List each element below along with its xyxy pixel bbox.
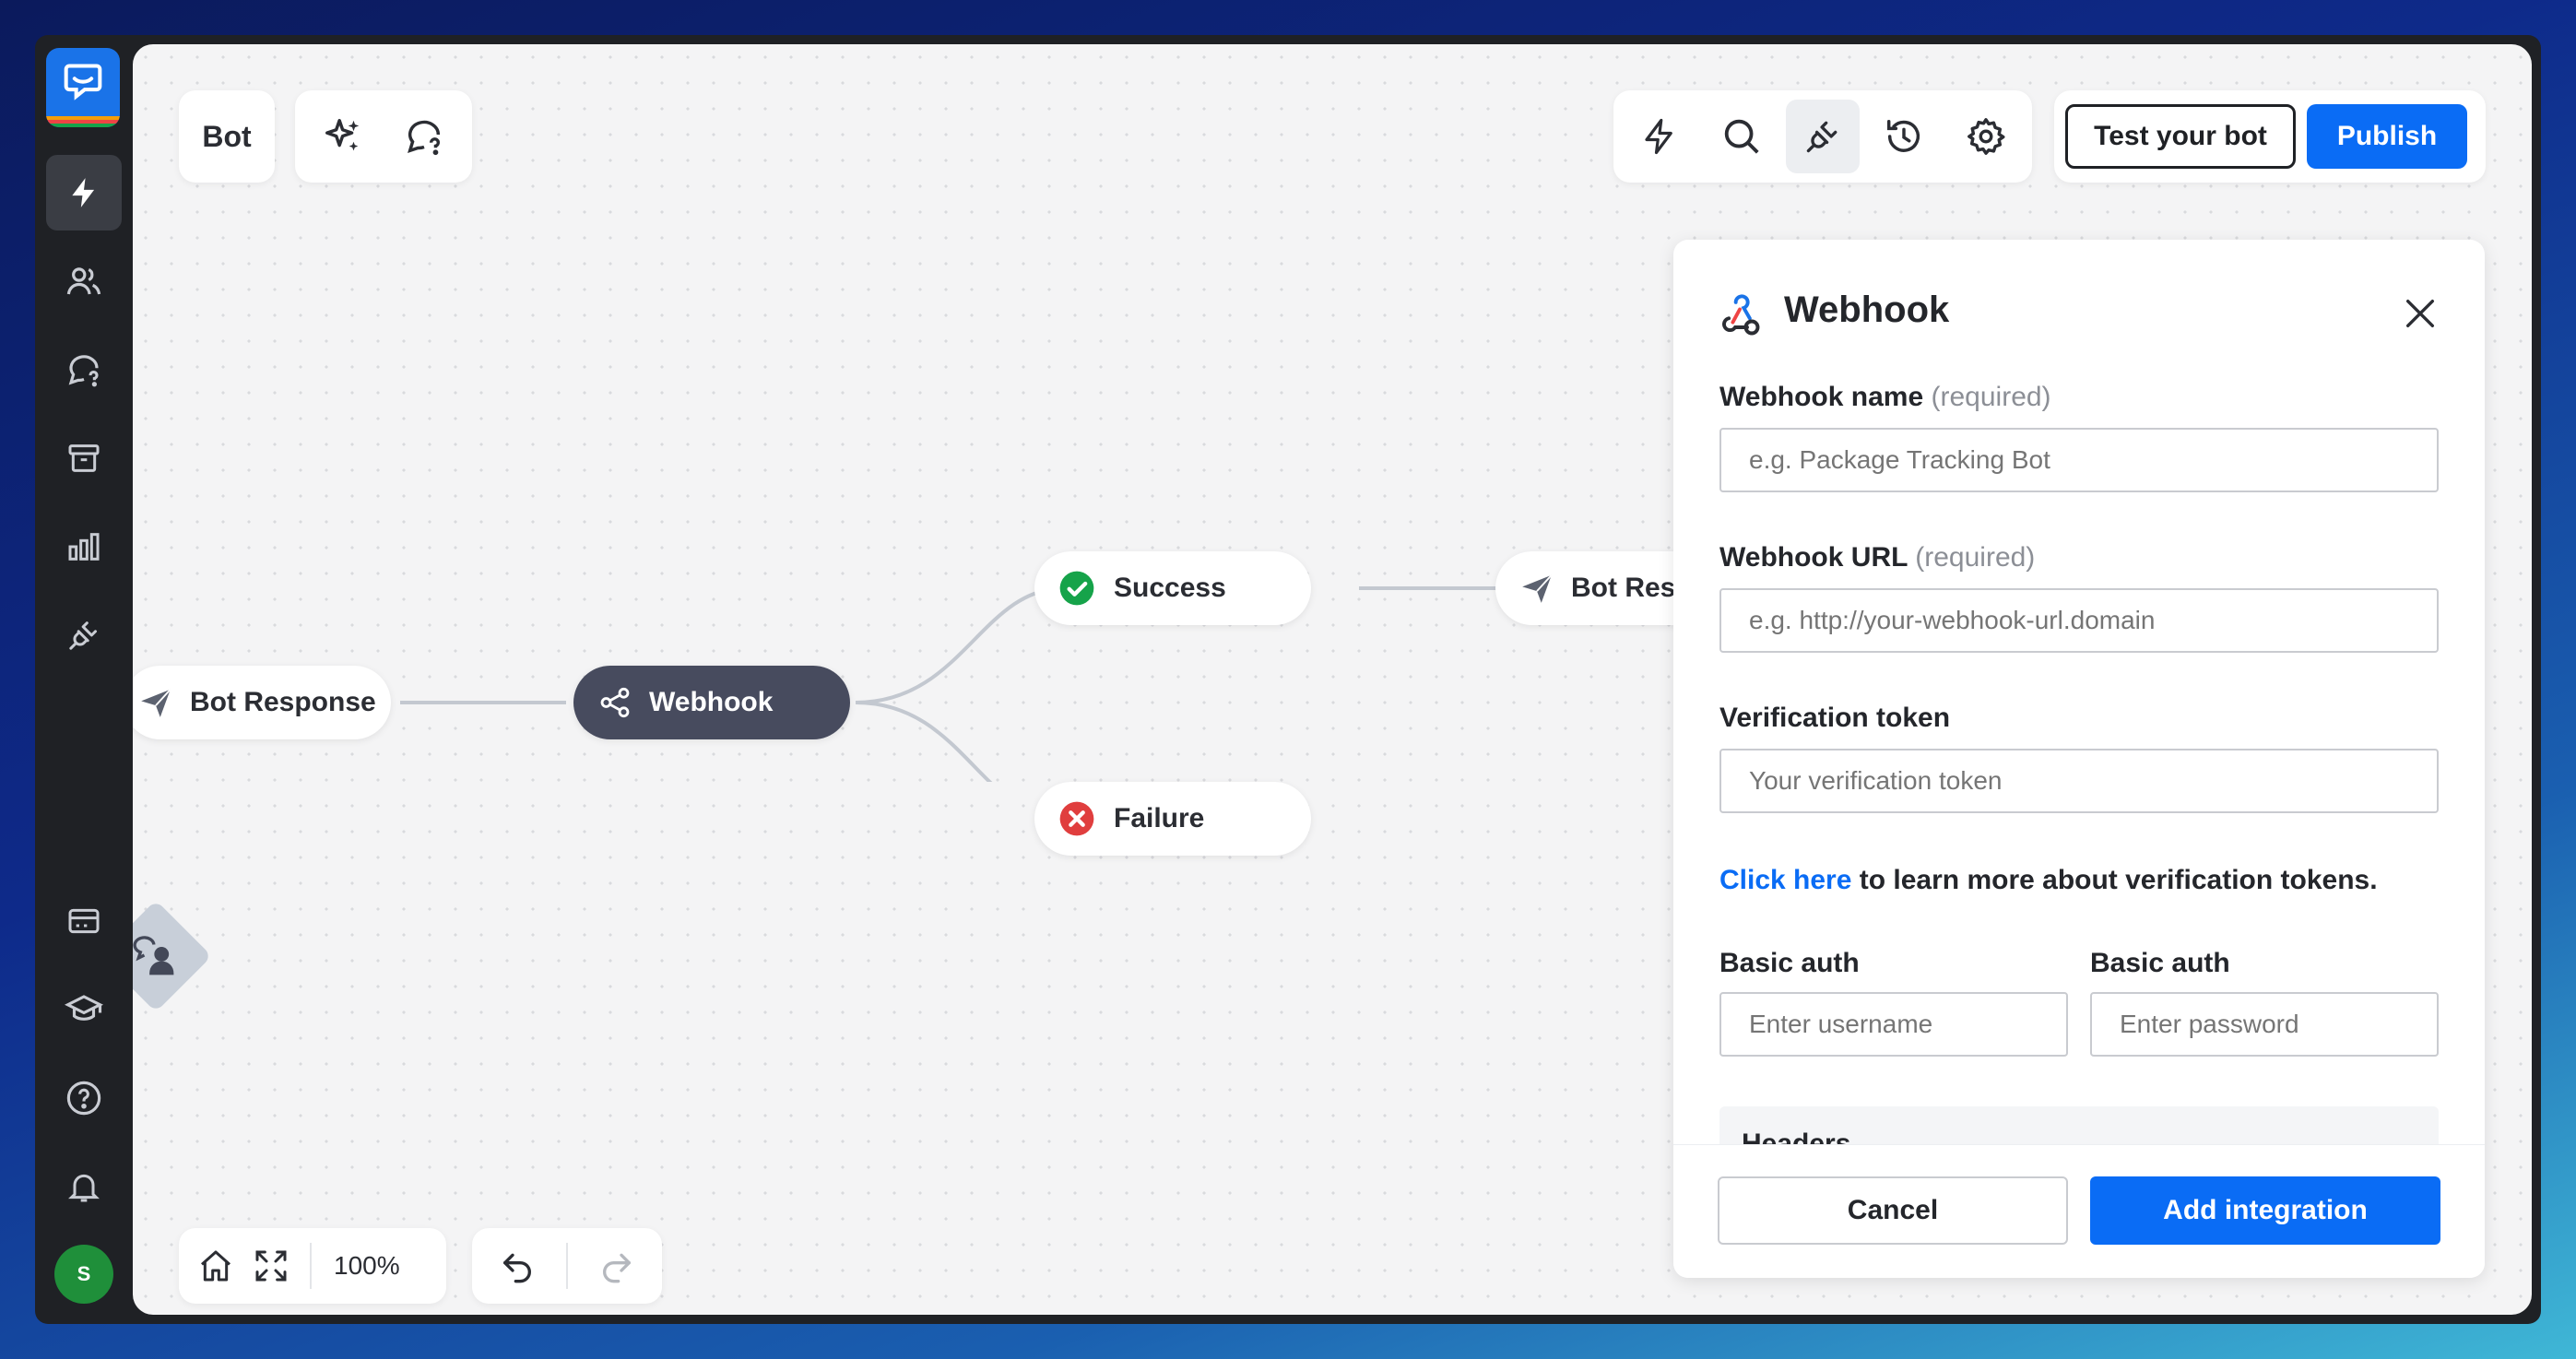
undo-icon <box>503 1253 531 1283</box>
sidebar: S <box>35 35 133 1324</box>
view-controls: 100% <box>179 1228 446 1304</box>
bell-icon <box>68 1174 100 1202</box>
sidebar-item-academy[interactable] <box>46 972 122 1047</box>
share-nodes-icon <box>600 687 630 718</box>
chat-logo-icon <box>64 64 102 100</box>
webhook-url-input[interactable] <box>1719 588 2439 653</box>
redo-button[interactable] <box>585 1238 649 1294</box>
basic-auth-password-label: Basic auth <box>2090 948 2230 978</box>
node-bot-response[interactable]: Bot Response <box>133 666 391 739</box>
history-controls <box>472 1228 662 1304</box>
node-label: Bot Res <box>1571 573 1676 603</box>
logo-stripes <box>46 116 120 127</box>
publish-button[interactable]: Publish <box>2307 104 2467 169</box>
toolbar-divider <box>310 1243 312 1289</box>
panel-title: Webhook <box>1784 290 1950 330</box>
sidebar-item-reports[interactable] <box>46 509 122 585</box>
close-icon <box>2406 300 2434 327</box>
user-avatar[interactable]: S <box>54 1245 113 1304</box>
undo-button[interactable] <box>485 1238 549 1294</box>
webhook-name-label: Webhook name (required) <box>1719 382 2051 412</box>
send-icon <box>141 689 171 717</box>
sidebar-item-archive[interactable] <box>46 420 122 496</box>
app-window: S Bot Test your bot Publish Bot Response… <box>35 35 2541 1324</box>
chat-question-icon <box>68 355 99 387</box>
sidebar-item-automations[interactable] <box>46 155 122 230</box>
node-failure[interactable]: Failure <box>1034 782 1311 856</box>
app-logo[interactable] <box>46 48 120 127</box>
learn-more-link[interactable]: Click here <box>1719 865 1851 895</box>
expand-icon <box>255 1250 287 1282</box>
help-icon <box>66 1081 101 1116</box>
test-bot-button[interactable]: Test your bot <box>2065 104 2296 169</box>
node-label: Webhook <box>649 687 774 717</box>
error-circle-icon <box>1059 801 1094 836</box>
node-webhook[interactable]: Webhook <box>573 666 850 739</box>
verification-token-label: Verification token <box>1719 703 1951 733</box>
billing-icon <box>68 908 100 934</box>
reports-icon <box>68 533 100 561</box>
users-icon <box>66 267 101 295</box>
home-icon <box>201 1250 230 1282</box>
webhook-icon <box>1722 294 1760 336</box>
send-icon <box>1522 574 1553 603</box>
redo-icon <box>603 1253 631 1283</box>
webhook-panel: Webhook Webhook name (required) Webhook … <box>1673 240 2485 1278</box>
webhook-name-input[interactable] <box>1719 428 2439 492</box>
history-icon <box>1887 119 1920 152</box>
gear-icon <box>1967 118 2005 155</box>
sidebar-item-chats[interactable] <box>46 332 122 408</box>
publish-group: Test your bot Publish <box>2054 90 2486 183</box>
panel-footer: Cancel Add integration <box>1673 1144 2485 1278</box>
basic-auth-username-label: Basic auth <box>1719 948 1860 978</box>
sidebar-item-help[interactable] <box>46 1060 122 1136</box>
verification-help-text: Click here to learn more about verificat… <box>1719 865 2378 895</box>
node-success[interactable]: Success <box>1034 551 1311 625</box>
cancel-button[interactable]: Cancel <box>1718 1176 2068 1245</box>
lightning-icon <box>72 178 95 207</box>
add-integration-button[interactable]: Add integration <box>2090 1176 2440 1245</box>
flow-canvas[interactable]: Bot Test your bot Publish Bot Response W… <box>133 44 2532 1315</box>
sidebar-item-integrations[interactable] <box>46 597 122 673</box>
username-input[interactable] <box>1719 992 2068 1057</box>
agent-chat-icon <box>133 936 174 975</box>
webhook-url-label: Webhook URL (required) <box>1719 542 2036 573</box>
password-input[interactable] <box>2090 992 2439 1057</box>
toolbar-divider <box>566 1243 568 1289</box>
home-button[interactable] <box>188 1238 243 1294</box>
node-label: Bot Response <box>190 687 376 717</box>
fit-view-button[interactable] <box>243 1238 299 1294</box>
sidebar-item-notifications[interactable] <box>46 1149 122 1224</box>
check-circle-icon <box>1059 571 1094 606</box>
plug-icon <box>1806 121 1837 153</box>
settings-button[interactable] <box>1949 100 2023 173</box>
sidebar-item-billing[interactable] <box>46 883 122 959</box>
archive-icon <box>68 444 100 472</box>
history-button[interactable] <box>1867 100 1941 173</box>
integrations-button[interactable] <box>1785 100 1860 173</box>
close-button[interactable] <box>2393 286 2448 341</box>
node-label: Failure <box>1114 803 1205 833</box>
graduation-cap-icon <box>65 995 103 1021</box>
verification-token-input[interactable] <box>1719 749 2439 813</box>
plug-icon <box>69 621 97 650</box>
sidebar-item-customers[interactable] <box>46 243 122 319</box>
node-label: Success <box>1114 573 1226 603</box>
zoom-level[interactable]: 100% <box>334 1251 400 1281</box>
